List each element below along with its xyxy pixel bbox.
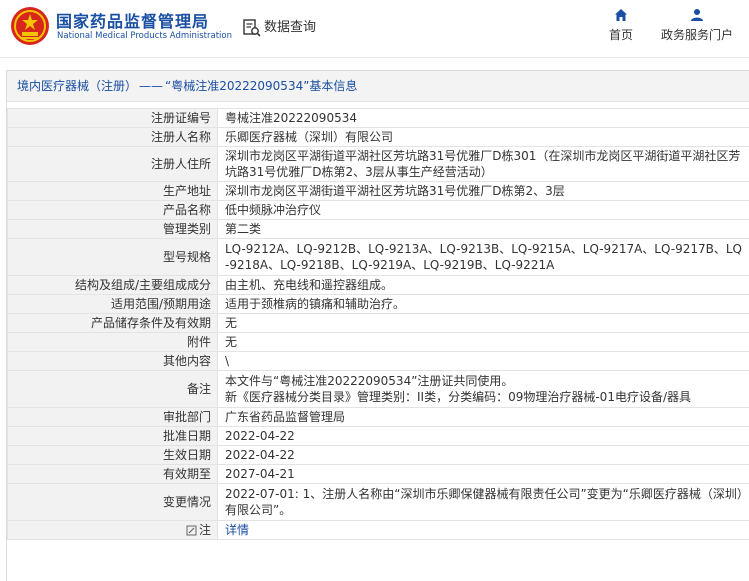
table-row: 注册证编号 粤械注准20222090534: [7, 108, 749, 128]
table-row: 审批部门 广东省药品监督管理局: [7, 407, 749, 427]
row-label: 变更情况: [7, 483, 218, 521]
row-value: LQ-9212A、LQ-9212B、LQ-9213A、LQ-9213B、LQ-9…: [217, 238, 749, 276]
table-row: 适用范围/预期用途 适用于颈椎病的镇痛和辅助治疗。: [7, 294, 749, 314]
table-row: 有效期至 2027-04-21: [7, 464, 749, 484]
row-label: 生产地址: [7, 181, 218, 201]
table-row: 其他内容 \: [7, 351, 749, 371]
row-value: 本文件与“粤械注准20222090534”注册证共同使用。 新《医疗器械分类目录…: [217, 370, 749, 408]
table-row: 附件 无: [7, 332, 749, 352]
nav-gov-service-link[interactable]: 政务服务门户: [658, 8, 736, 43]
row-value: 2022-04-22: [217, 445, 749, 465]
data-query-label: 数据查询: [264, 20, 317, 35]
row-label: 注册人住所: [7, 146, 218, 182]
nav-gov-service-label: 政务服务门户: [660, 28, 733, 42]
row-label: 型号规格: [7, 238, 218, 276]
note-icon: [186, 525, 197, 536]
data-query-title: 数据查询: [242, 16, 316, 38]
note-label: 注: [198, 523, 211, 537]
table-row: 结构及组成/主要组成成分 由主机、充电线和遥控器组成。: [7, 275, 749, 295]
row-value: 无: [217, 313, 749, 333]
row-label: 注册人名称: [7, 127, 218, 147]
row-label: 审批部门: [7, 407, 218, 427]
row-label: 附件: [7, 332, 218, 352]
row-value: 乐卿医疗器械（深圳）有限公司: [217, 127, 749, 147]
row-label: 生效日期: [7, 445, 218, 465]
row-value: 低中频脉冲治疗仪: [217, 200, 749, 220]
remark-line: 本文件与“粤械注准20222090534”注册证共同使用。: [225, 374, 514, 388]
site-header: 国家药品监督管理局 National Medical Products Admi…: [0, 0, 749, 58]
row-value: 第二类: [217, 219, 749, 239]
info-table: 注册证编号 粤械注准20222090534 注册人名称 乐卿医疗器械（深圳）有限…: [7, 108, 749, 540]
brand-name-en: National Medical Products Administration: [57, 31, 232, 41]
row-value: 深圳市龙岗区平湖街道平湖社区芳坑路31号优雅厂D栋第2、3层: [217, 181, 749, 201]
table-row: 注册人住所 深圳市龙岗区平湖街道平湖社区芳坑路31号优雅厂D栋301（在深圳市龙…: [7, 146, 749, 182]
row-value: 2027-04-21: [217, 464, 749, 484]
table-row: 生产地址 深圳市龙岗区平湖街道平湖社区芳坑路31号优雅厂D栋第2、3层: [7, 181, 749, 201]
row-label: 产品储存条件及有效期: [7, 313, 218, 333]
row-value: 2022-07-01: 1、注册人名称由“深圳市乐卿保健器械有限责任公司”变更为…: [217, 483, 749, 521]
table-row: 型号规格 LQ-9212A、LQ-9212B、LQ-9213A、LQ-9213B…: [7, 238, 749, 276]
home-icon: [615, 9, 627, 21]
table-row: 注 详情: [7, 520, 749, 540]
row-value: 详情: [217, 520, 749, 540]
row-label: 批准日期: [7, 426, 218, 446]
row-label: 产品名称: [7, 200, 218, 220]
row-value: 适用于颈椎病的镇痛和辅助治疗。: [217, 294, 749, 314]
remark-line: 新《医疗器械分类目录》管理类别：II类，分类编码：09物理治疗器械-01电疗设备…: [225, 390, 691, 404]
row-label: 适用范围/预期用途: [7, 294, 218, 314]
table-row: 注册人名称 乐卿医疗器械（深圳）有限公司: [7, 127, 749, 147]
row-label: 其他内容: [7, 351, 218, 371]
document-search-icon: [243, 18, 261, 37]
row-value: 2022-04-22: [217, 426, 749, 446]
nav-home-label: 首页: [608, 28, 633, 42]
table-row: 变更情况 2022-07-01: 1、注册人名称由“深圳市乐卿保健器械有限责任公…: [7, 483, 749, 521]
brand-name-cn: 国家药品监督管理局: [56, 12, 210, 31]
row-label: 有效期至: [7, 464, 218, 484]
row-value: 广东省药品监督管理局: [217, 407, 749, 427]
table-row: 管理类别 第二类: [7, 219, 749, 239]
row-value: 深圳市龙岗区平湖街道平湖社区芳坑路31号优雅厂D栋301（在深圳市龙岗区平湖街道…: [217, 146, 749, 182]
row-value: \: [217, 351, 749, 371]
table-row: 产品名称 低中频脉冲治疗仪: [7, 200, 749, 220]
panel-title-separator: ——: [139, 79, 164, 93]
row-label: 管理类别: [7, 219, 218, 239]
nav-home-link[interactable]: 首页: [604, 8, 638, 43]
table-row: 批准日期 2022-04-22: [7, 426, 749, 446]
row-label: 注册证编号: [7, 108, 218, 128]
row-label: 备注: [7, 370, 218, 408]
table-row: 备注 本文件与“粤械注准20222090534”注册证共同使用。 新《医疗器械分…: [7, 370, 749, 408]
national-emblem-icon: [11, 7, 49, 45]
panel-title: 境内医疗器械（注册） —— “粤械注准20222090534”基本信息: [7, 71, 749, 102]
row-value: 粤械注准20222090534: [217, 108, 749, 128]
row-value: 无: [217, 332, 749, 352]
table-row: 生效日期 2022-04-22: [7, 445, 749, 465]
user-icon: [691, 9, 703, 21]
row-label: 结构及组成/主要组成成分: [7, 275, 218, 295]
panel-title-main: “粤械注准20222090534”基本信息: [165, 79, 358, 93]
panel-title-category: 境内医疗器械（注册）: [17, 79, 138, 93]
table-row: 产品储存条件及有效期 无: [7, 313, 749, 333]
row-label-note: 注: [7, 520, 218, 540]
row-value: 由主机、充电线和遥控器组成。: [217, 275, 749, 295]
basic-info-panel: 境内医疗器械（注册） —— “粤械注准20222090534”基本信息 注册证编号 …: [6, 70, 749, 581]
detail-link[interactable]: 详情: [225, 523, 249, 537]
